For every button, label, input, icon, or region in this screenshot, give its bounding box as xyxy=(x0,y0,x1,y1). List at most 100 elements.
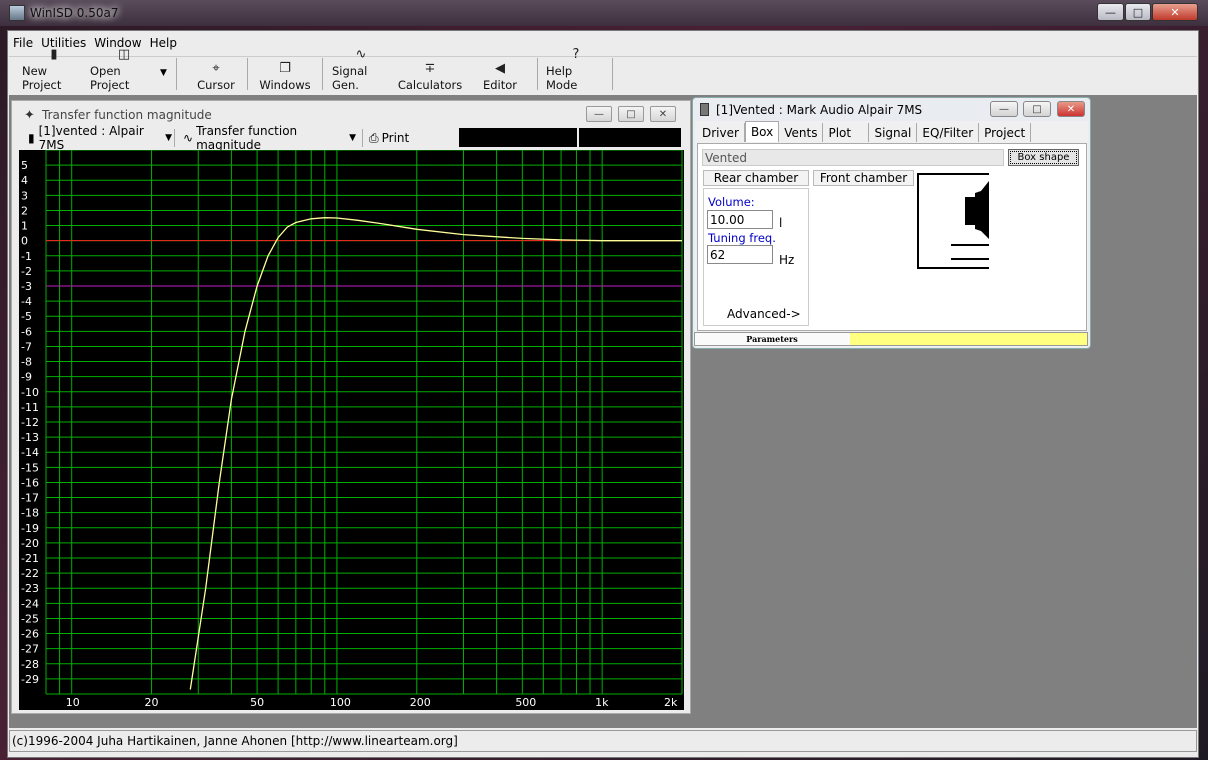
chevron-down-icon: ▼ xyxy=(349,133,356,143)
y-tick-label: -22 xyxy=(21,567,39,580)
open-project-dropdown-icon[interactable]: ▼ xyxy=(160,68,167,78)
graph-window-icon: ✦ xyxy=(24,108,35,123)
y-tick-label: -11 xyxy=(21,401,39,414)
box-window-title: [1]Vented : Mark Audio Alpair 7MS xyxy=(716,103,923,117)
cursor-button[interactable]: ⌖ Cursor xyxy=(192,56,240,92)
y-tick-label: -12 xyxy=(21,416,39,429)
chevron-down-icon: ▼ xyxy=(165,133,172,143)
editor-label: Editor xyxy=(482,78,518,92)
x-tick-label: 1k xyxy=(595,696,609,709)
print-button[interactable]: ⎙ Print xyxy=(369,128,415,148)
calculators-label: Calculators xyxy=(397,78,463,92)
y-tick-label: 4 xyxy=(21,174,28,187)
y-tick-label: -8 xyxy=(21,356,32,369)
tab-box[interactable]: Box xyxy=(744,121,780,142)
crosshair-icon: ⌖ xyxy=(212,61,220,76)
tuning-freq-unit: Hz xyxy=(779,253,795,267)
cursor-label: Cursor xyxy=(197,78,235,92)
calculators-button[interactable]: ∓ Calculators xyxy=(397,56,463,92)
box-type-field: Vented xyxy=(702,149,1004,166)
x-tick-label: 200 xyxy=(410,696,431,709)
tab-eq-filter[interactable]: EQ/Filter xyxy=(917,123,980,142)
tab-project[interactable]: Project xyxy=(979,123,1032,142)
rear-chamber-button[interactable]: Rear chamber xyxy=(703,170,809,186)
y-tick-label: -14 xyxy=(21,446,39,459)
menu-file[interactable]: File xyxy=(9,36,37,50)
windows-button[interactable]: ❐ Windows xyxy=(258,56,312,92)
main-titlebar[interactable] xyxy=(0,0,1208,26)
y-tick-label: -7 xyxy=(21,340,32,353)
x-tick-label: 500 xyxy=(515,696,536,709)
y-tick-label: -9 xyxy=(21,371,32,384)
front-chamber-button[interactable]: Front chamber xyxy=(813,170,914,186)
toolbar-separator xyxy=(176,58,177,90)
y-tick-label: -19 xyxy=(21,522,39,535)
y-tick-label: -24 xyxy=(21,597,39,610)
y-tick-label: 0 xyxy=(21,235,28,248)
close-button[interactable]: ✕ xyxy=(1152,3,1198,21)
graph-close-button[interactable]: ✕ xyxy=(650,106,676,122)
y-tick-label: -23 xyxy=(21,582,39,595)
tuning-freq-input[interactable] xyxy=(707,245,773,264)
printer-icon: ⎙ xyxy=(369,130,379,145)
y-tick-label: -28 xyxy=(21,658,39,671)
cursor-readout-x xyxy=(459,128,577,147)
x-tick-label: 2k xyxy=(664,696,678,709)
y-tick-label: 5 xyxy=(21,159,28,172)
app-icon[interactable] xyxy=(9,5,25,21)
menu-utilities[interactable]: Utilities xyxy=(37,36,90,50)
y-tick-label: -18 xyxy=(21,507,39,520)
status-indicator xyxy=(850,333,1087,345)
speaker-icon: ▮ xyxy=(28,131,35,145)
print-label: Print xyxy=(381,131,410,145)
toolbar-separator xyxy=(247,58,248,90)
graph-minimize-button[interactable]: — xyxy=(586,106,612,122)
maximize-button[interactable]: □ xyxy=(1125,3,1151,21)
driver-icon xyxy=(700,103,709,116)
editor-button[interactable]: ◀ Editor xyxy=(478,56,522,92)
box-shape-button[interactable]: Box shape xyxy=(1008,149,1079,166)
new-project-label: New Project xyxy=(22,64,62,92)
tab-signal[interactable]: Signal xyxy=(869,123,918,142)
new-project-button[interactable]: ▮ New Project xyxy=(22,48,86,92)
graph-maximize-button[interactable]: □ xyxy=(618,106,644,122)
project-dropdown-value: [1]vented : Alpair 7MS xyxy=(38,124,144,152)
windows-icon: ❐ xyxy=(279,61,291,76)
tab-plot[interactable]: Plot xyxy=(823,123,870,142)
x-tick-label: 10 xyxy=(66,696,80,709)
volume-input[interactable] xyxy=(707,210,773,229)
graph-type-dropdown[interactable]: ∿ Transfer function magnitude ▼ xyxy=(183,124,356,152)
box-close-button[interactable]: ✕ xyxy=(1057,101,1085,117)
box-diagram xyxy=(917,173,989,269)
help-mode-button[interactable]: ? Help Mode xyxy=(546,48,606,92)
calculator-icon: ∓ xyxy=(424,61,436,76)
box-minimize-button[interactable]: — xyxy=(990,101,1018,117)
project-dropdown[interactable]: ▮ [1]vented : Alpair 7MS ▼ xyxy=(28,124,172,152)
transfer-function-plot[interactable]: 5 4 3 2 1 0 -1 -2 -3 -4 -5 -6 -7 -8 -9 -10 -11 -12 -13 -14-… xyxy=(19,150,684,710)
wave-icon: ∿ xyxy=(183,131,194,145)
help-mode-label: Help Mode xyxy=(546,64,578,92)
tuning-freq-label: Tuning freq. xyxy=(708,231,776,245)
menubar: File Utilities Window Help xyxy=(9,32,177,54)
graph-type-dropdown-value: Transfer function magnitude xyxy=(196,124,298,152)
signal-gen-button[interactable]: ∿ Signal Gen. xyxy=(332,48,390,92)
toolbar-separator xyxy=(537,58,538,90)
minimize-button[interactable]: — xyxy=(1097,3,1124,21)
plot-svg[interactable]: 543210-1-2-3-4-5-6-7-8-9-10-11-12-13-14-… xyxy=(19,150,684,710)
y-tick-label: -16 xyxy=(21,476,39,489)
tab-driver[interactable]: Driver xyxy=(697,123,745,142)
open-project-button[interactable]: ◫ Open Project xyxy=(90,48,158,92)
copyright-text: (c)1996-2004 Juha Hartikainen, Janne Aho… xyxy=(12,734,458,748)
x-tick-label: 50 xyxy=(250,696,264,709)
cursor-readout-y xyxy=(579,128,681,147)
y-tick-label: -13 xyxy=(21,431,39,444)
speaker-icon: ◀ xyxy=(495,61,505,76)
y-tick-label: -5 xyxy=(21,310,32,323)
x-tick-label: 100 xyxy=(330,696,351,709)
toolbar-separator xyxy=(362,129,363,147)
menu-help[interactable]: Help xyxy=(146,36,181,50)
box-maximize-button[interactable]: □ xyxy=(1023,101,1051,117)
y-tick-label: -4 xyxy=(21,295,32,308)
tab-vents[interactable]: Vents xyxy=(779,123,824,142)
advanced-button[interactable]: Advanced-> xyxy=(727,307,801,321)
